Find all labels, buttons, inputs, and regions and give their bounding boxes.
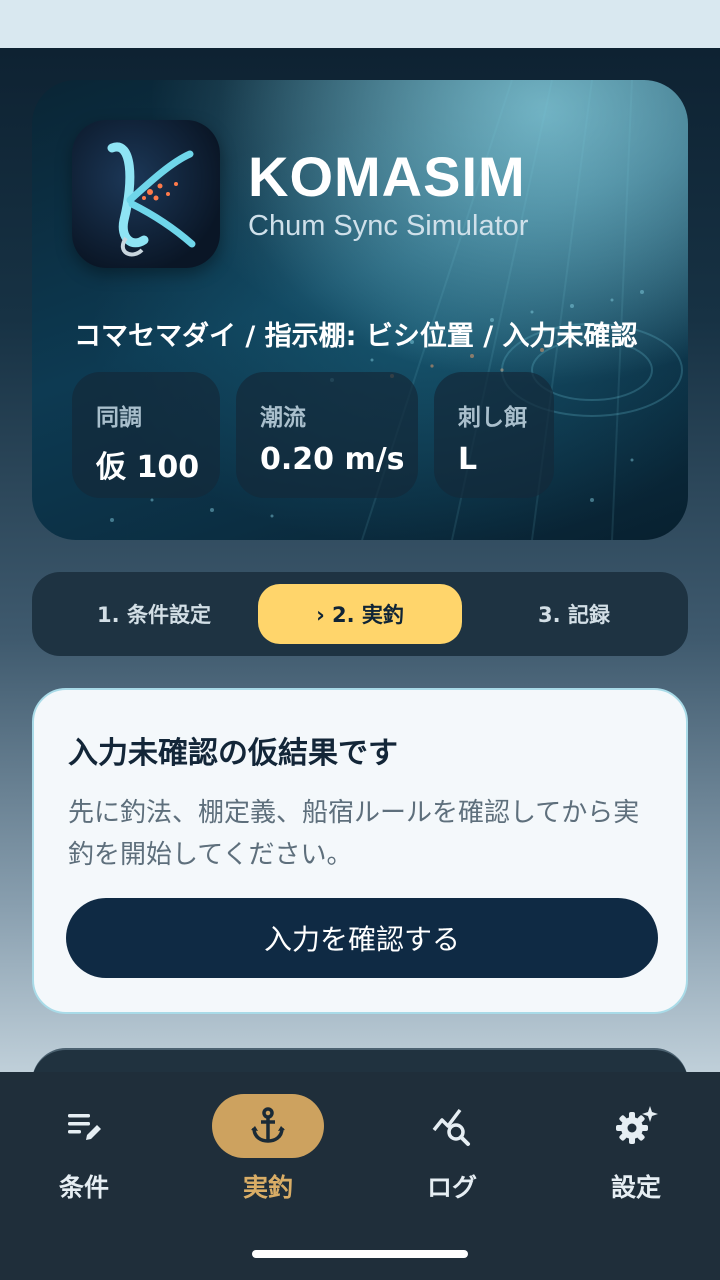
nav-label: 条件: [58, 1173, 109, 1202]
unconfirmed-notice-card: 入力未確認の仮結果です 先に釣法、棚定義、船宿ルールを確認してから実釣を開始して…: [32, 688, 688, 1014]
nav-item-conditions[interactable]: 条件: [4, 1092, 164, 1202]
anchor-icon: [212, 1094, 324, 1158]
confirm-input-button[interactable]: 入力を確認する: [66, 898, 658, 978]
stat-label: 潮流: [260, 405, 306, 431]
tab-conditions[interactable]: 1. 条件設定: [52, 584, 256, 644]
stat-current: 潮流 0.20 m/s: [236, 372, 418, 498]
nav-item-fishing[interactable]: 実釣: [188, 1092, 348, 1202]
nav-label: ログ: [426, 1173, 477, 1202]
stat-sync: 同調 仮 100: [72, 372, 220, 498]
nav-item-log[interactable]: ログ: [372, 1092, 532, 1202]
tab-records[interactable]: 3. 記録: [472, 584, 676, 644]
app-logo: [72, 120, 220, 268]
bottom-navigation: 条件 実釣 ログ 設定: [0, 1072, 720, 1280]
notice-title: 入力未確認の仮結果です: [68, 736, 398, 771]
gear-sparkle-icon: [580, 1094, 692, 1158]
nav-label: 実釣: [242, 1173, 293, 1202]
app-title: KOMASIM: [248, 145, 526, 208]
chart-search-icon: [396, 1094, 508, 1158]
nav-label: 設定: [610, 1173, 661, 1202]
stat-label: 同調: [96, 405, 142, 431]
hero-banner: KOMASIM Chum Sync Simulator コマセマダイ / 指示棚…: [32, 80, 688, 540]
home-indicator[interactable]: [252, 1250, 468, 1258]
stat-label: 刺し餌: [458, 405, 527, 431]
condition-summary: コマセマダイ / 指示棚: ビシ位置 / 入力未確認: [74, 321, 638, 352]
app-subtitle: Chum Sync Simulator: [248, 210, 529, 242]
notice-description: 先に釣法、棚定義、船宿ルールを確認してから実釣を開始してください。: [68, 798, 640, 870]
stat-value: 仮 100: [96, 450, 200, 485]
status-bar: [0, 0, 720, 48]
stat-value: L: [458, 442, 478, 477]
nav-item-settings[interactable]: 設定: [556, 1092, 716, 1202]
step-tabs: 1. 条件設定 › 2. 実釣 3. 記録: [32, 572, 688, 656]
stat-value: 0.20 m/s: [260, 442, 405, 477]
tab-fishing[interactable]: › 2. 実釣: [258, 584, 462, 644]
edit-list-icon: [28, 1094, 140, 1158]
stat-bait: 刺し餌 L: [434, 372, 554, 498]
